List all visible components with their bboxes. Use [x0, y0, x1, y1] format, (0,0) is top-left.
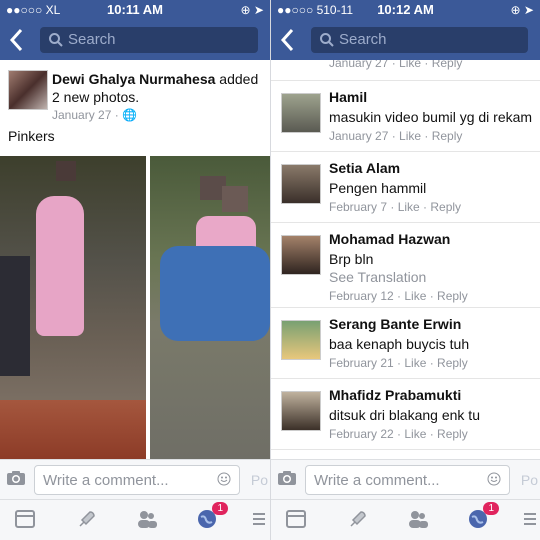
- post-button[interactable]: Po: [521, 472, 538, 488]
- search-bar[interactable]: Search: [40, 27, 258, 53]
- commenter-avatar[interactable]: [281, 164, 321, 204]
- status-icons: ⊕ ➤: [510, 3, 534, 17]
- comment-bar: Write a comment... Po: [271, 459, 540, 500]
- comment-meta: January 27 · Like · Reply: [329, 60, 463, 70]
- notification-badge: 1: [483, 502, 499, 515]
- notifications-tab[interactable]: 1: [467, 502, 499, 530]
- commenter-name[interactable]: Mohamad Hazwan: [329, 231, 450, 247]
- back-icon: [9, 28, 23, 52]
- comment-meta: February 12 · Like · Reply: [329, 289, 468, 303]
- commenter-avatar[interactable]: [281, 235, 321, 275]
- commenter-avatar[interactable]: [281, 320, 321, 360]
- photo-1[interactable]: [0, 156, 146, 460]
- comment-meta: February 7 · Like · Reply: [329, 200, 462, 214]
- left-pane: ●●○○○ XL 10:11 AM ⊕ ➤ Search Dewi Ghalya…: [0, 0, 271, 540]
- navbar: Search: [271, 20, 540, 60]
- post-meta: January 27 · 🌐: [52, 108, 137, 122]
- back-button[interactable]: [279, 26, 299, 54]
- search-icon: [320, 33, 334, 47]
- search-placeholder: Search: [68, 31, 116, 48]
- tab-bar: 1: [271, 499, 540, 540]
- comment-meta: January 27 · Like · Reply: [329, 129, 463, 143]
- comment: Serang Bante Erwin baa kenaph buycis tuh…: [271, 308, 540, 379]
- friends-icon[interactable]: [407, 508, 429, 530]
- comments-list: January 27 · Like · Reply Hamil masukin …: [271, 60, 540, 460]
- person: [36, 196, 84, 336]
- post-date[interactable]: January 27: [52, 108, 111, 122]
- rocket-icon[interactable]: [347, 508, 369, 530]
- search-bar[interactable]: Search: [311, 27, 528, 53]
- motorcycle: [0, 256, 30, 376]
- commenter-name[interactable]: Mhafidz Prabamukti: [329, 387, 461, 403]
- comment-text: masukin video bumil yg di rekam: [329, 109, 533, 125]
- status-bar: ●●○○○ XL 10:11 AM ⊕ ➤: [0, 0, 270, 20]
- comment: Hamil masukin video bumil yg di rekam Ja…: [271, 81, 540, 152]
- news-feed-icon[interactable]: [14, 508, 36, 530]
- pixelated-face: [56, 161, 76, 181]
- photo-2[interactable]: [150, 156, 270, 460]
- back-icon: [280, 28, 294, 52]
- comment-bar: Write a comment... Po: [0, 459, 270, 500]
- navbar: Search: [0, 20, 270, 60]
- commenter-avatar[interactable]: [281, 391, 321, 431]
- time: 10:11 AM: [107, 2, 163, 17]
- comment-text: Brp bln: [329, 251, 374, 267]
- comment-placeholder: Write a comment...: [43, 472, 169, 489]
- search-icon: [49, 33, 63, 47]
- news-feed-icon[interactable]: [285, 508, 307, 530]
- camera-icon[interactable]: [277, 470, 297, 486]
- comment: Setia Alam Pengen hammil February 7 · Li…: [271, 152, 540, 223]
- author-name[interactable]: Dewi Ghalya Nurmahesa: [52, 71, 215, 87]
- post-button[interactable]: Po: [251, 472, 268, 488]
- see-translation-link[interactable]: See Translation: [329, 269, 426, 285]
- screenshot: ●●○○○ XL 10:11 AM ⊕ ➤ Search Dewi Ghalya…: [0, 0, 540, 540]
- comment-input[interactable]: Write a comment...: [34, 465, 240, 495]
- back-button[interactable]: [8, 26, 28, 54]
- notifications-tab[interactable]: 1: [196, 502, 228, 530]
- friends-icon[interactable]: [136, 508, 158, 530]
- commenter-name[interactable]: Serang Bante Erwin: [329, 316, 461, 332]
- post-caption: Pinkers: [8, 128, 55, 144]
- comment-placeholder: Write a comment...: [314, 472, 440, 489]
- comment: Mhafidz Prabamukti ditsuk dri blakang en…: [271, 379, 540, 450]
- commenter-name[interactable]: Hamil: [329, 89, 367, 105]
- status-bar: ●●○○○ 510-11 10:12 AM ⊕ ➤: [271, 0, 540, 20]
- right-pane: ●●○○○ 510-11 10:12 AM ⊕ ➤ Search January…: [271, 0, 540, 540]
- search-placeholder: Search: [339, 31, 387, 48]
- author-avatar[interactable]: [8, 70, 48, 110]
- comment: Mohamad Hazwan Brp bln See Translation F…: [271, 223, 540, 308]
- time: 10:12 AM: [377, 2, 434, 17]
- pixelated-face: [222, 186, 248, 212]
- rocket-icon[interactable]: [76, 508, 98, 530]
- post: Dewi Ghalya Nurmahesa added 2 new photos…: [0, 60, 270, 460]
- emoji-icon[interactable]: [217, 472, 231, 486]
- comment-text: baa kenaph buycis tuh: [329, 336, 470, 352]
- tab-bar: 1: [0, 499, 270, 540]
- comment-text: Pengen hammil: [329, 180, 427, 196]
- globe-icon: 🌐: [122, 108, 137, 122]
- status-icons: ⊕ ➤: [240, 3, 264, 17]
- motorcycle: [160, 246, 270, 341]
- commenter-name[interactable]: Setia Alam: [329, 160, 400, 176]
- notification-badge: 1: [212, 502, 228, 515]
- comment-meta: February 22 · Like · Reply: [329, 427, 468, 441]
- comment-meta: February 21 · Like · Reply: [329, 356, 468, 370]
- comment-text: ditsuk dri blakang enk tu: [329, 407, 480, 423]
- comment-input[interactable]: Write a comment...: [305, 465, 510, 495]
- menu-icon[interactable]: [252, 508, 266, 530]
- commenter-avatar[interactable]: [281, 93, 321, 133]
- menu-icon[interactable]: [523, 508, 537, 530]
- emoji-icon[interactable]: [487, 472, 501, 486]
- post-photos[interactable]: [0, 156, 270, 460]
- post-header-text: Dewi Ghalya Nurmahesa added 2 new photos…: [52, 70, 262, 106]
- camera-icon[interactable]: [6, 470, 26, 486]
- bricks: [0, 400, 146, 460]
- comment-cutoff: January 27 · Like · Reply: [271, 60, 540, 81]
